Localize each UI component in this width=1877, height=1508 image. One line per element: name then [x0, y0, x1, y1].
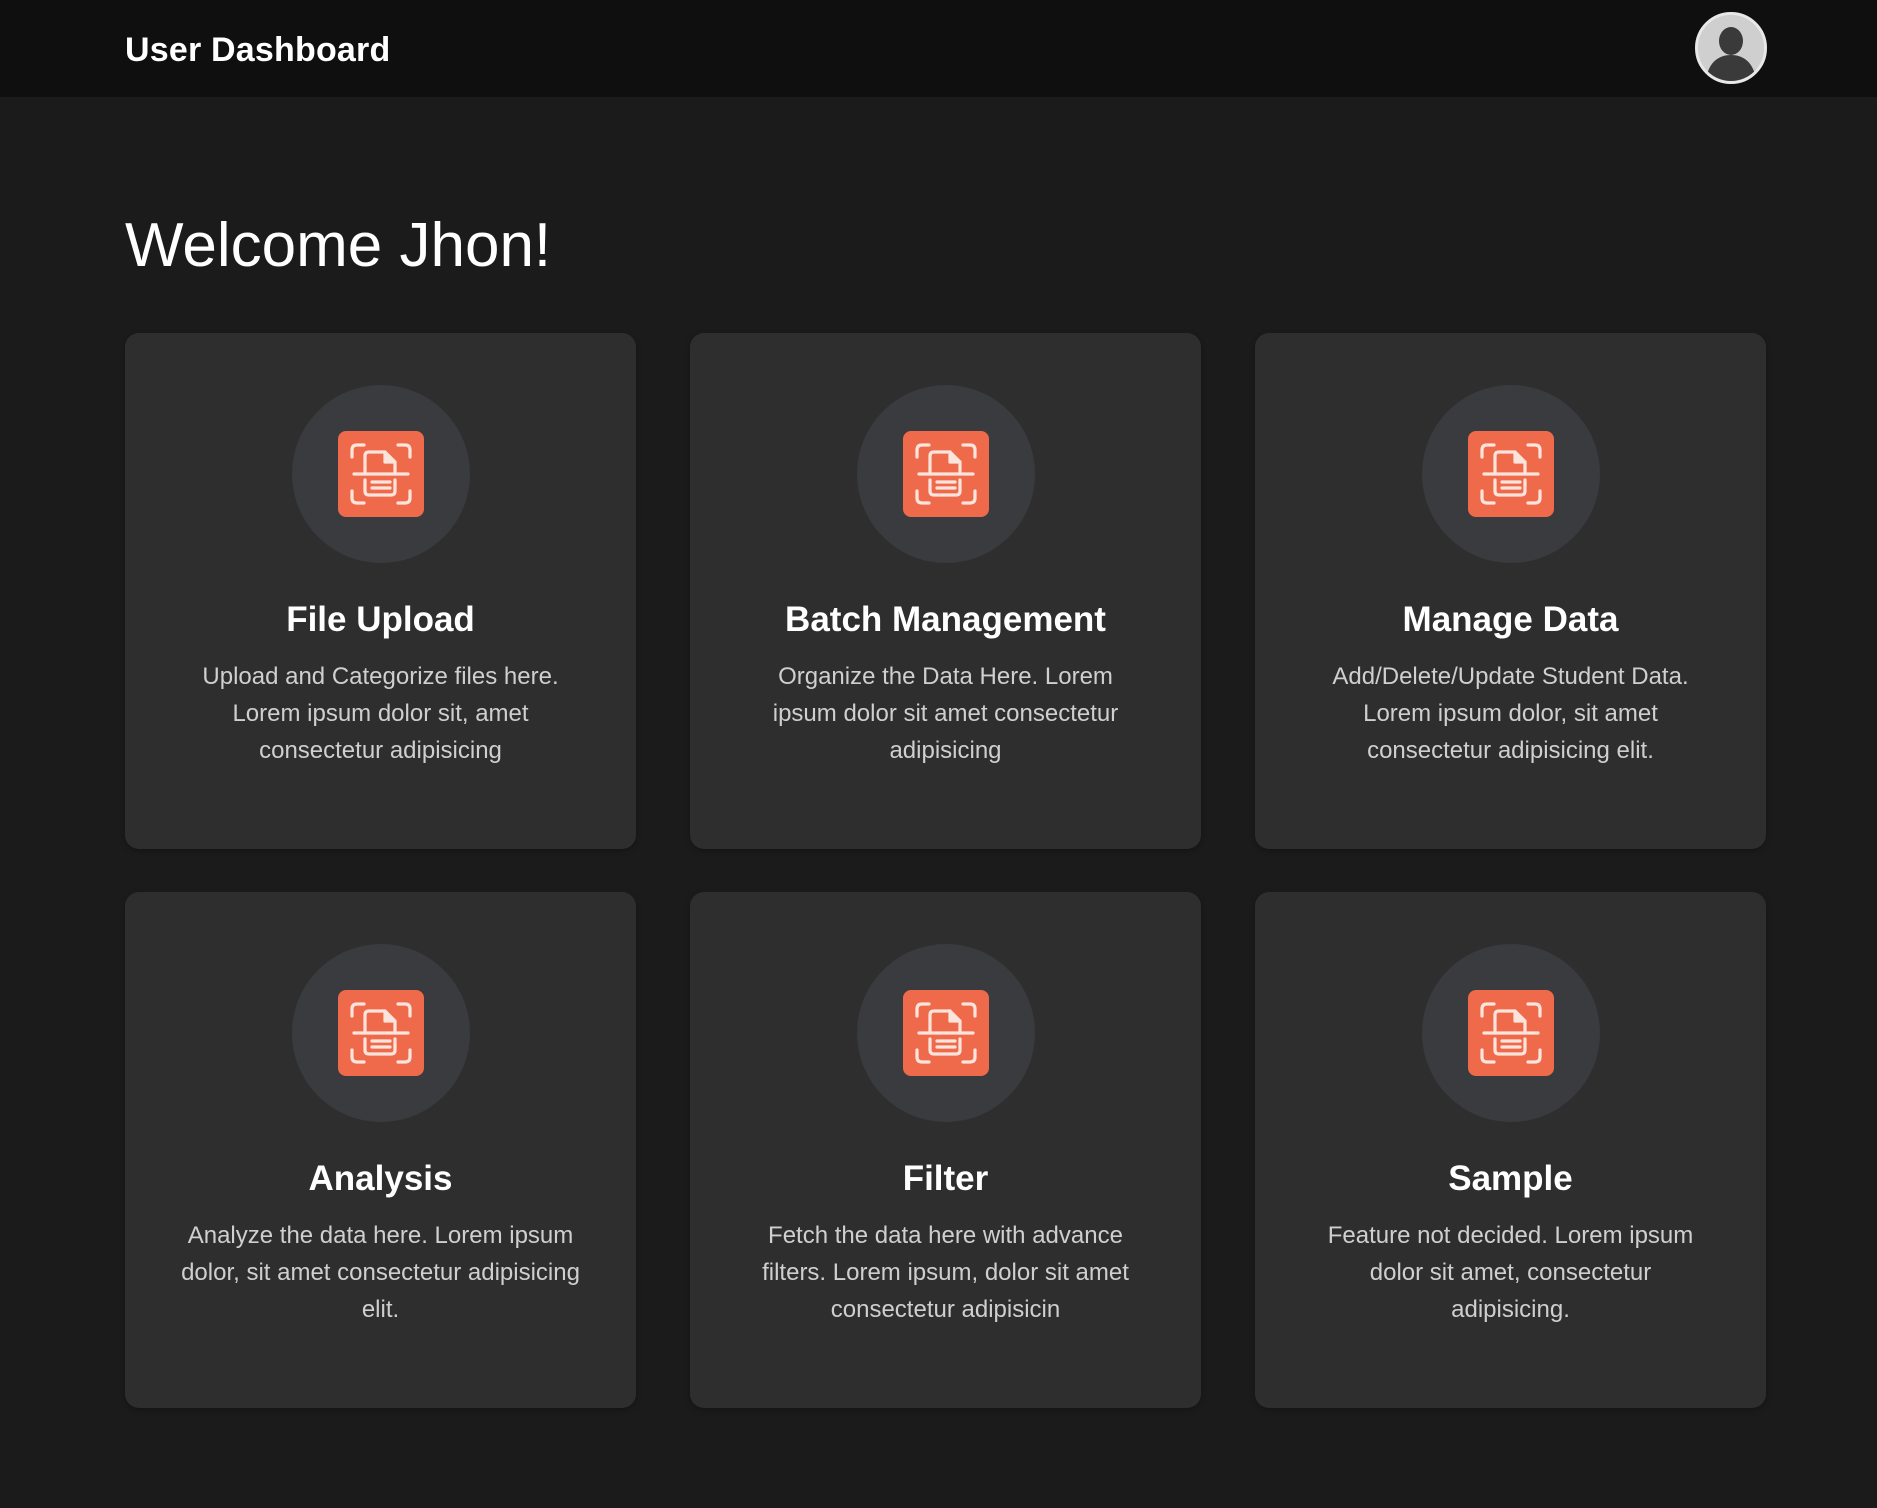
card-title: Filter [902, 1159, 989, 1198]
document-scan-icon [902, 431, 989, 517]
card-icon-circle [1421, 944, 1600, 1122]
card-analysis[interactable]: Analysis Analyze the data here. Lorem ip… [125, 892, 636, 1408]
card-description: Analyze the data here. Lorem ipsum dolor… [181, 1222, 580, 1323]
card-title: Batch Management [785, 600, 1106, 639]
user-avatar-icon [1698, 15, 1764, 81]
card-title: Sample [1448, 1159, 1573, 1198]
card-description: Upload and Categorize files here. Lorem … [202, 663, 559, 764]
card-icon-circle [291, 385, 470, 563]
card-file-upload[interactable]: File Upload Upload and Categorize files … [125, 333, 636, 849]
card-description: Feature not decided. Lorem ipsum dolor s… [1327, 1222, 1694, 1323]
card-description: Fetch the data here with advance filters… [762, 1222, 1129, 1323]
card-title: Manage Data [1402, 600, 1619, 639]
card-icon-circle [856, 385, 1035, 563]
top-navbar: User Dashboard [0, 0, 1877, 97]
document-scan-icon [1467, 990, 1554, 1076]
document-scan-icon [902, 990, 989, 1076]
card-icon-circle [1421, 385, 1600, 563]
card-icon-circle [291, 944, 470, 1122]
card-description: Organize the Data Here. Lorem ipsum dolo… [772, 663, 1119, 764]
feature-card-grid: File Upload Upload and Categorize files … [125, 333, 1766, 1408]
card-icon-circle [856, 944, 1035, 1122]
document-scan-icon [337, 990, 424, 1076]
card-batch-management[interactable]: Batch Management Organize the Data Here.… [690, 333, 1201, 849]
card-filter[interactable]: Filter Fetch the data here with advance … [690, 892, 1201, 1408]
document-scan-icon [1467, 431, 1554, 517]
app-title[interactable]: User Dashboard [125, 30, 390, 70]
card-manage-data[interactable]: Manage Data Add/Delete/Update Student Da… [1255, 333, 1766, 849]
document-scan-icon [337, 431, 424, 517]
card-description: Add/Delete/Update Student Data. Lorem ip… [1332, 663, 1689, 764]
card-sample[interactable]: Sample Feature not decided. Lorem ipsum … [1255, 892, 1766, 1408]
user-avatar[interactable] [1695, 12, 1767, 84]
welcome-heading: Welcome Jhon! [125, 211, 552, 280]
card-title: Analysis [308, 1159, 453, 1198]
card-title: File Upload [286, 600, 475, 639]
